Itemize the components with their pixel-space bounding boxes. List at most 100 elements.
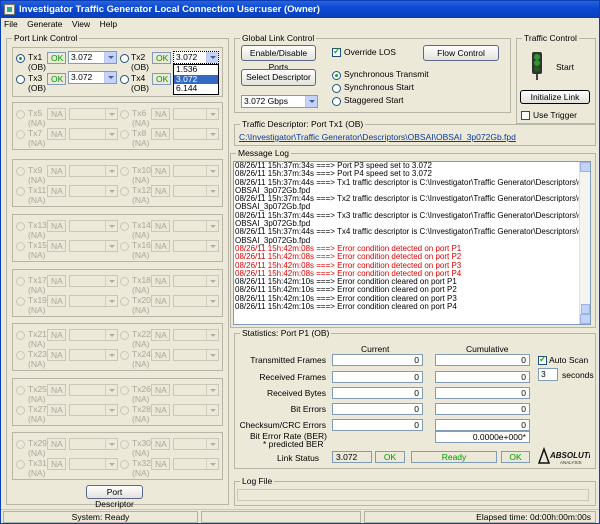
message-log-title: Message Log [236,148,292,158]
chevron-down-icon [105,459,117,469]
port-radio[interactable] [120,440,129,449]
tx1-speed-select[interactable]: 3.072 [68,51,117,64]
port-speed-select[interactable] [69,165,118,177]
port-radio[interactable] [120,130,129,139]
scroll-up-icon[interactable] [580,162,590,172]
port-speed-select[interactable] [69,295,118,307]
port-speed-select[interactable] [69,458,118,470]
rate-select[interactable]: 3.072 Gbps [241,95,318,108]
menu-view[interactable]: View [72,19,90,29]
port-speed-select[interactable] [173,185,219,197]
port-radio[interactable] [16,242,25,251]
scroll-down-icon[interactable] [580,314,590,324]
port-speed-select[interactable] [173,108,219,120]
port-speed-select[interactable] [69,128,118,140]
port-radio[interactable] [120,386,129,395]
port-radio[interactable] [120,167,129,176]
traffic-light-icon[interactable] [522,51,552,81]
scroll-thumb[interactable] [581,304,590,314]
port-speed-select[interactable] [69,185,118,197]
initialize-link-button[interactable]: Initialize Link [520,90,590,104]
port-speed-select[interactable] [69,329,118,341]
port-radio[interactable] [120,242,129,251]
use-trigger-checkbox[interactable] [521,111,530,120]
port-speed-select[interactable] [69,404,118,416]
port-speed-select[interactable] [173,349,219,361]
port-speed-select[interactable] [173,240,219,252]
start-label[interactable]: Start [556,62,574,72]
menu-file[interactable]: File [4,19,18,29]
message-log-box[interactable]: 08/26/11 15h:37m:34s ===> Port P3 speed … [233,161,591,325]
port-speed-select[interactable] [173,438,219,450]
port-radio[interactable] [16,351,25,360]
port-radio[interactable] [16,277,25,286]
port-radio[interactable] [120,110,129,119]
tx1-radio[interactable] [16,54,25,63]
staggered-start-radio[interactable] [332,97,341,106]
port-radio[interactable] [16,110,25,119]
tx3-radio[interactable] [16,75,25,84]
port-radio[interactable] [120,297,129,306]
port-speed-select[interactable] [173,128,219,140]
tx4-radio[interactable] [120,75,129,84]
port-radio[interactable] [120,406,129,415]
port-radio[interactable] [16,187,25,196]
tx2-speed-select[interactable]: 3.072 [173,51,219,64]
title-bar[interactable]: Investigator Traffic Generator Local Con… [1,1,599,18]
port-label: Tx28 [132,404,151,414]
flow-control-button[interactable]: Flow Control [423,45,499,61]
speed-dropdown-list[interactable]: 1.536 3.072 6.144 [173,64,219,95]
port-radio[interactable] [16,460,25,469]
select-descriptor-button[interactable]: Select Descriptor [241,69,316,86]
port-speed-select[interactable] [173,404,219,416]
use-trigger-label: Use Trigger [533,110,577,120]
port-speed-select[interactable] [173,295,219,307]
chevron-down-icon [206,459,218,469]
scan-seconds-input[interactable]: 3 [538,368,558,381]
tx2-radio[interactable] [120,54,129,63]
port-radio[interactable] [16,386,25,395]
port-speed-select[interactable] [173,275,219,287]
log-scrollbar[interactable] [579,162,590,324]
auto-scan-checkbox[interactable] [538,354,547,365]
port-radio[interactable] [16,222,25,231]
descriptor-path-link[interactable]: C:\Investigator\Traffic Generator\Descri… [239,132,516,142]
port-radio[interactable] [120,351,129,360]
menu-generate[interactable]: Generate [27,19,62,29]
port-radio[interactable] [16,331,25,340]
port-radio[interactable] [16,297,25,306]
port-speed-select[interactable] [173,165,219,177]
port-radio[interactable] [16,167,25,176]
port-descriptor-button[interactable]: Port Descriptor [86,485,143,509]
speed-option[interactable]: 6.144 [174,84,218,94]
port-speed-select[interactable] [69,240,118,252]
port-radio[interactable] [120,460,129,469]
port-speed-select[interactable] [69,220,118,232]
sync-start-radio[interactable] [332,84,341,93]
port-speed-select[interactable] [69,438,118,450]
override-los-checkbox[interactable] [332,46,341,57]
port-label: Tx15 [28,240,47,250]
port-speed-select[interactable] [69,384,118,396]
port-speed-select[interactable] [173,329,219,341]
port-status: NA [47,458,66,470]
port-radio[interactable] [120,187,129,196]
port-speed-select[interactable] [69,108,118,120]
port-radio[interactable] [120,222,129,231]
enable-disable-ports-button[interactable]: Enable/Disable Ports [241,45,316,72]
port-radio[interactable] [16,440,25,449]
port-radio[interactable] [16,130,25,139]
port-speed-select[interactable] [173,384,219,396]
menu-help[interactable]: Help [100,19,117,29]
port-speed-select[interactable] [69,275,118,287]
port-sub: (NA) [132,230,150,240]
port-speed-select[interactable] [173,458,219,470]
port-speed-select[interactable] [173,220,219,232]
port-radio[interactable] [16,406,25,415]
port-radio[interactable] [120,277,129,286]
sync-transmit-radio[interactable] [332,71,341,80]
log-file-input[interactable] [237,489,589,501]
tx3-speed-select[interactable]: 3.072 [68,71,117,84]
port-radio[interactable] [120,331,129,340]
port-speed-select[interactable] [69,349,118,361]
